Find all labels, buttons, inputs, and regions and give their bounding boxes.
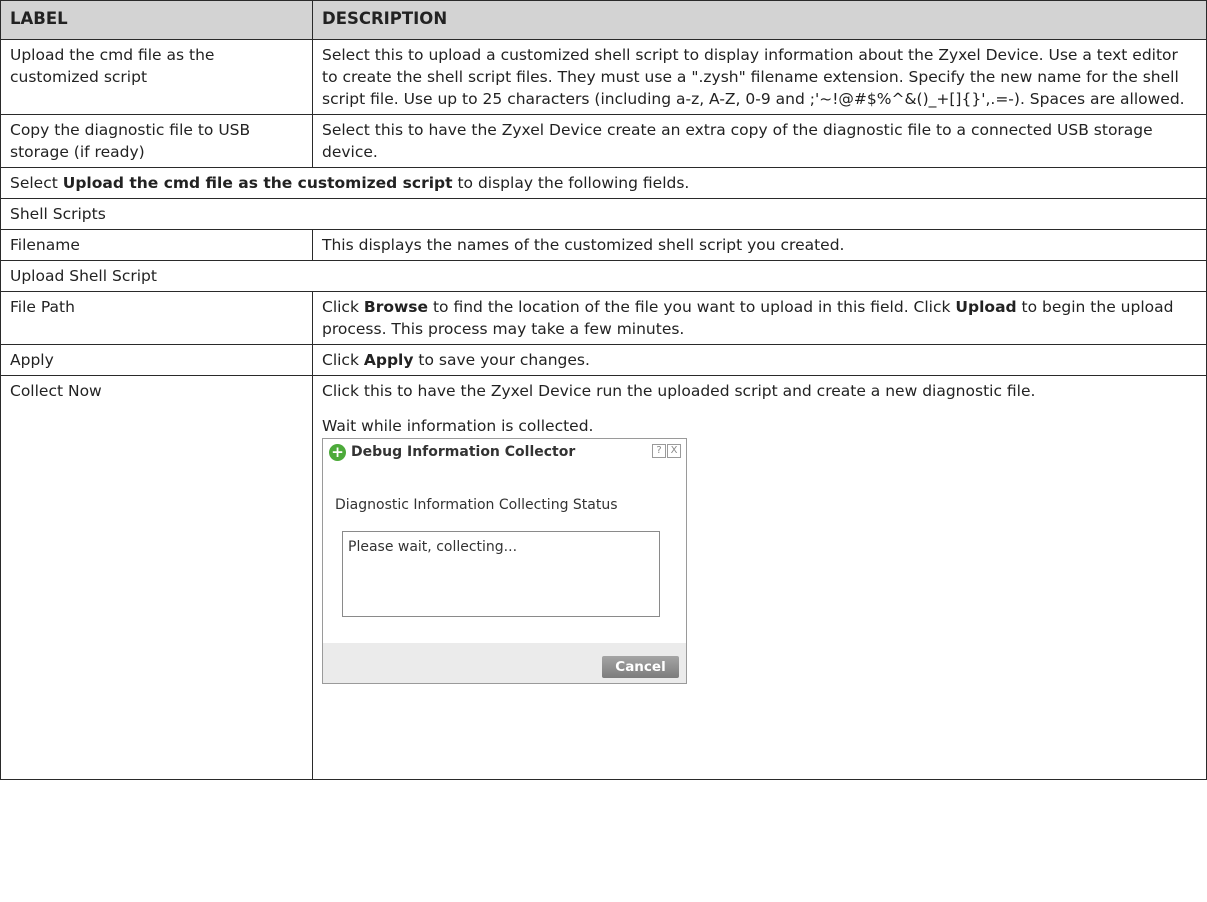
section-shell-scripts: Shell Scripts: [0, 198, 1207, 230]
table-row: Collect Now Click this to have the Zyxel…: [0, 375, 1207, 780]
debug-dialog: + Debug Information Collector ? X Diagno…: [322, 438, 687, 684]
row-label: Apply: [0, 344, 313, 376]
section-row: Upload Shell Script: [0, 260, 1207, 292]
row-description: Click Browse to find the location of the…: [312, 291, 1207, 345]
close-icon[interactable]: X: [667, 444, 681, 458]
note-text: Select Upload the cmd file as the custom…: [0, 167, 1207, 199]
header-label: LABEL: [0, 0, 313, 40]
section-upload-shell-script: Upload Shell Script: [0, 260, 1207, 292]
section-row: Shell Scripts: [0, 198, 1207, 230]
table-row: File Path Click Browse to find the locat…: [0, 291, 1207, 345]
row-description: Select this to have the Zyxel Device cre…: [312, 114, 1207, 168]
table-row: Apply Click Apply to save your changes.: [0, 344, 1207, 376]
help-icon[interactable]: ?: [652, 444, 666, 458]
row-label: Collect Now: [0, 375, 313, 780]
dialog-header: + Debug Information Collector: [323, 439, 686, 465]
row-description: Select this to upload a customized shell…: [312, 39, 1207, 115]
row-description: Click Apply to save your changes.: [312, 344, 1207, 376]
table-row: Copy the diagnostic file to USB storage …: [0, 114, 1207, 168]
dialog-footer: Cancel: [323, 643, 686, 683]
row-label: Filename: [0, 229, 313, 261]
status-label: Diagnostic Information Collecting Status: [335, 497, 618, 513]
collect-description: Click this to have the Zyxel Device run …: [322, 382, 1036, 400]
row-label: File Path: [0, 291, 313, 345]
table-row: Upload the cmd file as the customized sc…: [0, 39, 1207, 115]
description-table: LABEL DESCRIPTION Upload the cmd file as…: [0, 0, 1207, 780]
row-label: Upload the cmd file as the customized sc…: [0, 39, 313, 115]
header-description: DESCRIPTION: [312, 0, 1207, 40]
dialog-title: Debug Information Collector: [351, 444, 576, 460]
dialog-controls: ? X: [652, 444, 681, 458]
table-row: Filename This displays the names of the …: [0, 229, 1207, 261]
note-row: Select Upload the cmd file as the custom…: [0, 167, 1207, 199]
collect-wait-text: Wait while information is collected.: [322, 417, 594, 435]
status-textarea[interactable]: Please wait, collecting...: [342, 531, 660, 617]
add-icon: +: [329, 443, 346, 461]
row-label: Copy the diagnostic file to USB storage …: [0, 114, 313, 168]
table-header-row: LABEL DESCRIPTION: [0, 0, 1207, 40]
cancel-button[interactable]: Cancel: [602, 656, 679, 678]
row-description: This displays the names of the customize…: [312, 229, 1207, 261]
row-description: Click this to have the Zyxel Device run …: [312, 375, 1207, 780]
